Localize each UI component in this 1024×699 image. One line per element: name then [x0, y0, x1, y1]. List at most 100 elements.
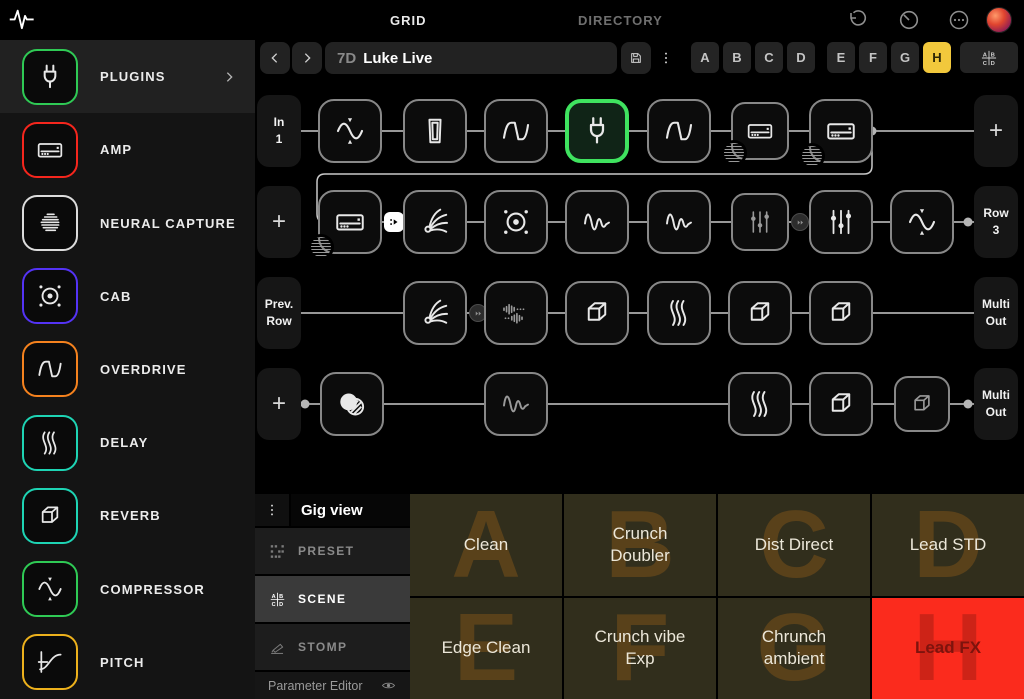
- block-spring[interactable]: [403, 281, 467, 345]
- scene-tile-h[interactable]: H Lead FX: [872, 598, 1024, 699]
- preset-forward-button[interactable]: [292, 42, 322, 74]
- preset-back-button[interactable]: [260, 42, 290, 74]
- mode-stomp[interactable]: STOMP: [255, 624, 410, 670]
- block-plugin-selected[interactable]: [565, 99, 629, 163]
- sidebar-item-reverb[interactable]: REVERB: [0, 479, 255, 552]
- preset-menu-button[interactable]: [653, 42, 679, 74]
- sidebar-item-label: REVERB: [100, 508, 161, 523]
- sidebar-item-cab[interactable]: CAB: [0, 260, 255, 333]
- amp-icon: [22, 122, 78, 178]
- block-gate[interactable]: [403, 99, 467, 163]
- block-blend[interactable]: [320, 372, 384, 436]
- eye-icon: [380, 677, 397, 694]
- eq-icon: [744, 206, 776, 238]
- mode-scene[interactable]: SCENE: [255, 576, 410, 622]
- block-eq[interactable]: [809, 190, 873, 254]
- preset-title[interactable]: 7D Luke Live: [325, 42, 617, 74]
- sidebar-item-amp[interactable]: AMP: [0, 113, 255, 186]
- avatar[interactable]: [986, 7, 1012, 33]
- block-reverb[interactable]: [809, 281, 873, 345]
- block-spring[interactable]: [403, 190, 467, 254]
- scene-tile-c[interactable]: C Dist Direct: [718, 494, 870, 596]
- compressor-icon: [332, 113, 368, 149]
- parameter-editor-toggle[interactable]: Parameter Editor: [255, 672, 410, 699]
- prev-row-cap[interactable]: Prev. Row: [257, 277, 301, 349]
- scene-button-c[interactable]: C: [755, 42, 783, 73]
- delay-icon: [661, 295, 697, 331]
- scene-button-a[interactable]: A: [691, 42, 719, 73]
- scene-tile-g[interactable]: G Chrunch ambient: [718, 598, 870, 699]
- block-compressor[interactable]: [318, 99, 382, 163]
- merge-node[interactable]: [791, 213, 809, 231]
- block-delay[interactable]: [728, 372, 792, 436]
- tab-directory[interactable]: DIRECTORY: [578, 13, 663, 28]
- compressor-icon: [904, 204, 940, 240]
- plug-icon: [22, 49, 78, 105]
- block-ir-wave[interactable]: [565, 190, 629, 254]
- delay-icon: [22, 415, 78, 471]
- knob-icon[interactable]: [897, 8, 921, 32]
- sidebar-item-delay[interactable]: DELAY: [0, 406, 255, 479]
- block-amp-capture[interactable]: [318, 190, 382, 254]
- block-delay[interactable]: [647, 281, 711, 345]
- preset-name: Luke Live: [363, 50, 432, 67]
- add-block-cap[interactable]: +: [974, 95, 1018, 167]
- scene-view-toggle[interactable]: [960, 42, 1018, 73]
- scene-button-f[interactable]: F: [859, 42, 887, 73]
- scene-button-d[interactable]: D: [787, 42, 815, 73]
- add-block-cap[interactable]: +: [257, 368, 301, 440]
- scene-button-h[interactable]: H: [923, 42, 951, 73]
- block-amp-capture[interactable]: [731, 102, 789, 160]
- scene-button-e[interactable]: E: [827, 42, 855, 73]
- save-button[interactable]: [621, 42, 651, 74]
- block-overdrive[interactable]: [484, 99, 548, 163]
- sidebar-item-neural-capture[interactable]: NEURAL CAPTURE: [0, 186, 255, 259]
- block-eq-bypassed[interactable]: [731, 193, 789, 251]
- gig-menu-button[interactable]: [255, 494, 289, 526]
- scene-tile-d[interactable]: D Lead STD: [872, 494, 1024, 596]
- add-block-cap[interactable]: +: [257, 186, 301, 258]
- scene-tile-a[interactable]: A Clean: [410, 494, 562, 596]
- neural-capture-badge: [311, 237, 331, 257]
- overdrive-icon: [661, 113, 697, 149]
- block-reverb[interactable]: [728, 281, 792, 345]
- block-reverb[interactable]: [809, 372, 873, 436]
- scene-label: Chrunch ambient: [740, 626, 848, 670]
- kebab-icon: [658, 50, 674, 66]
- block-ir-wave[interactable]: [647, 190, 711, 254]
- preset-grid-icon: [268, 542, 287, 561]
- tab-grid[interactable]: GRID: [390, 13, 427, 28]
- block-cab[interactable]: [484, 190, 548, 254]
- delay-icon: [742, 386, 778, 422]
- mode-preset[interactable]: PRESET: [255, 528, 410, 574]
- block-doubler[interactable]: [484, 281, 548, 345]
- block-reverb-bypassed[interactable]: [894, 376, 950, 432]
- amp-icon: [823, 113, 859, 149]
- scene-button-g[interactable]: G: [891, 42, 919, 73]
- block-ir-wave-bypassed[interactable]: [484, 372, 548, 436]
- overdrive-icon: [22, 341, 78, 397]
- plug-icon: [579, 113, 615, 149]
- input-cap-in1[interactable]: In 1: [257, 95, 301, 167]
- more-icon[interactable]: [947, 8, 971, 32]
- block-compressor[interactable]: [890, 190, 954, 254]
- block-overdrive[interactable]: [647, 99, 711, 163]
- reverb-cube-icon: [823, 386, 859, 422]
- row3-link-cap[interactable]: Row 3: [974, 186, 1018, 258]
- splitter-node[interactable]: [384, 212, 404, 232]
- undo-icon[interactable]: [845, 8, 869, 32]
- scene-tile-e[interactable]: E Edge Clean: [410, 598, 562, 699]
- scene-tile-b[interactable]: B Crunch Doubler: [564, 494, 716, 596]
- scene-tile-f[interactable]: F Crunch vibe Exp: [564, 598, 716, 699]
- sidebar-item-pitch[interactable]: PITCH: [0, 626, 255, 699]
- sidebar-item-compressor[interactable]: COMPRESSOR: [0, 553, 255, 626]
- sidebar-item-overdrive[interactable]: OVERDRIVE: [0, 333, 255, 406]
- sidebar-item-plugins[interactable]: PLUGINS: [0, 40, 255, 113]
- scene-button-b[interactable]: B: [723, 42, 751, 73]
- block-amp-capture[interactable]: [809, 99, 873, 163]
- top-bar: GRID DIRECTORY: [0, 0, 1024, 40]
- multi-out-cap[interactable]: Multi Out: [974, 368, 1018, 440]
- mode-label: STOMP: [298, 640, 347, 654]
- multi-out-cap[interactable]: Multi Out: [974, 277, 1018, 349]
- block-reverb[interactable]: [565, 281, 629, 345]
